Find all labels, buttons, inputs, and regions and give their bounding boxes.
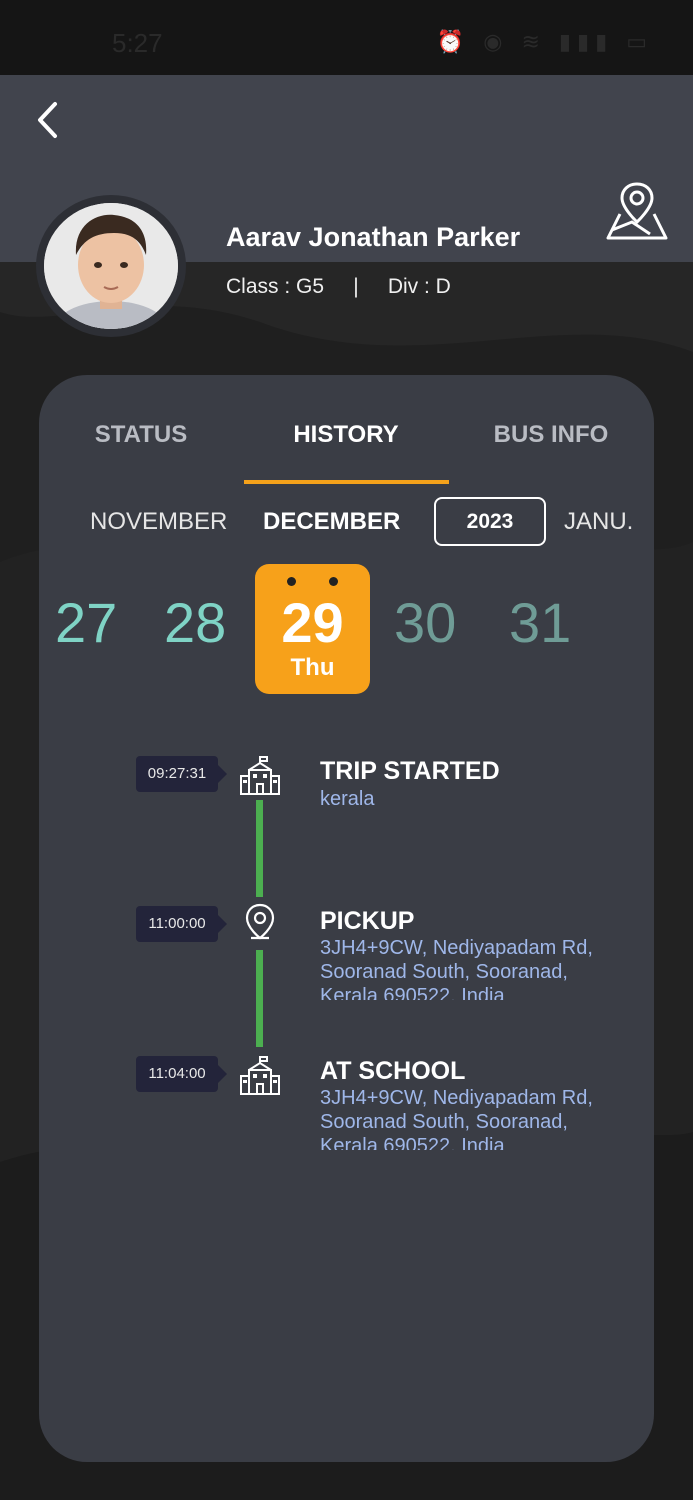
day-30[interactable]: 30 xyxy=(394,590,456,655)
tab-status[interactable]: STATUS xyxy=(61,421,221,449)
map-button[interactable] xyxy=(604,178,670,244)
month-current[interactable]: DECEMBER xyxy=(263,508,400,536)
calendar-ring-dot xyxy=(287,577,296,586)
status-bar: 5:27 ⏰ ◉ ≋ ▮▮▮ ▭ xyxy=(0,0,693,75)
history-card: STATUS HISTORY BUS INFO NOVEMBER DECEMBE… xyxy=(39,375,654,1462)
event-time: 11:04:00 xyxy=(136,1056,227,1092)
tab-bar: STATUS HISTORY BUS INFO xyxy=(39,375,654,485)
selected-day-weekday: Thu xyxy=(290,654,335,681)
status-time: 5:27 xyxy=(112,28,163,58)
day-28[interactable]: 28 xyxy=(164,590,226,655)
event-time: 09:27:31 xyxy=(136,756,227,792)
event-location: kerala xyxy=(320,788,375,810)
event-location: 3JH4+9CW, Nediyapadam Rd, Sooranad South… xyxy=(320,937,593,1000)
school-icon xyxy=(240,1056,280,1095)
timeline-connector xyxy=(256,950,263,1047)
year-selector[interactable]: 2023 xyxy=(434,497,546,546)
active-tab-indicator xyxy=(244,480,449,484)
event-title: AT SCHOOL xyxy=(320,1057,466,1085)
child-photo xyxy=(44,203,178,329)
day-selected[interactable]: 29 Thu xyxy=(255,564,370,694)
calendar-ring-dot xyxy=(329,577,338,586)
event-location: 3JH4+9CW, Nediyapadam Rd, Sooranad South… xyxy=(320,1087,593,1150)
timeline-connector xyxy=(256,800,263,897)
back-button[interactable] xyxy=(28,98,72,142)
chevron-left-icon xyxy=(38,102,57,138)
tab-bus-info[interactable]: BUS INFO xyxy=(471,421,631,449)
day-31[interactable]: 31 xyxy=(509,590,571,655)
month-previous[interactable]: NOVEMBER xyxy=(90,508,227,536)
student-avatar xyxy=(36,195,186,337)
selected-day-number: 29 xyxy=(281,591,344,654)
school-icon xyxy=(240,756,280,795)
event-title: TRIP STARTED xyxy=(320,757,500,785)
month-next[interactable]: JANU. xyxy=(564,508,654,536)
student-name: Aarav Jonathan Parker xyxy=(226,222,521,252)
map-location-icon xyxy=(606,182,668,240)
day-27[interactable]: 27 xyxy=(55,590,117,655)
event-title: PICKUP xyxy=(320,907,415,935)
event-time: 11:00:00 xyxy=(136,906,227,942)
status-icons: ⏰ ◉ ≋ ▮▮▮ ▭ xyxy=(436,30,653,55)
class-division-info: Class : G5 | Div : D xyxy=(226,275,451,298)
location-pin-icon xyxy=(245,903,275,940)
tab-history[interactable]: HISTORY xyxy=(246,421,446,449)
